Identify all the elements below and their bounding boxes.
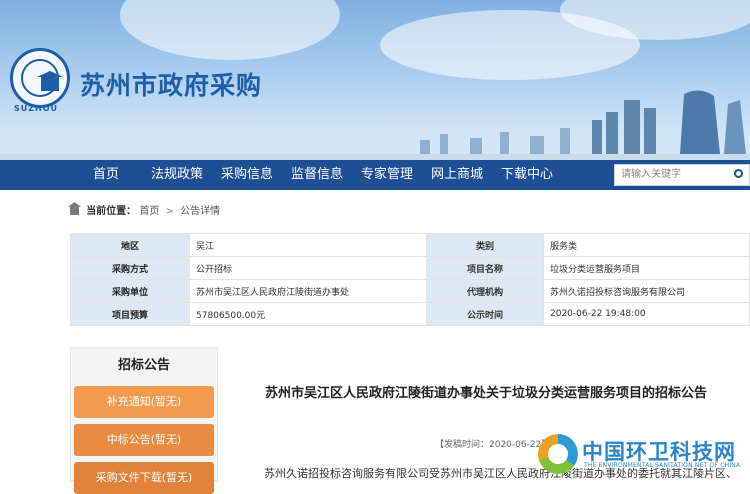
- publish-date: 【发稿时间：2020-06-22】: [435, 440, 551, 450]
- nav-online-mall[interactable]: 网上商城: [422, 160, 492, 190]
- value-agency: 苏州久诺招投标咨询服务有限公司: [543, 279, 750, 303]
- announcement-sidebar: 招标公告 补充通知(暂无) 中标公告(暂无) 采购文件下载(暂无): [70, 347, 218, 494]
- article-title: 苏州市吴江区人民政府江陵街道办事处关于垃圾分类运营服务项目的招标公告: [264, 386, 707, 401]
- nav-regulations[interactable]: 法规政策: [142, 160, 212, 190]
- label-agency: 代理机构: [426, 279, 544, 303]
- label-region: 地区: [70, 233, 190, 257]
- table-row: 地区 吴江 类别 服务类: [70, 233, 750, 257]
- nav-downloads[interactable]: 下载中心: [492, 160, 562, 190]
- value-budget: 57806500.00元: [189, 302, 427, 326]
- breadcrumb-home[interactable]: 首页: [139, 206, 159, 217]
- label-category: 类别: [426, 233, 544, 257]
- value-publish-time: 2020-06-22 19:48:00: [543, 302, 750, 326]
- nav-procurement-info[interactable]: 采购信息: [212, 160, 282, 190]
- table-row: 采购单位 苏州市吴江区人民政府江陵街道办事处 代理机构 苏州久诺招投标咨询服务有…: [70, 279, 750, 303]
- header-banner: SUZHOU 苏州市政府采购: [0, 0, 750, 160]
- breadcrumb-label: 当前位置：: [86, 206, 137, 217]
- cloud-decor: [120, 0, 340, 60]
- breadcrumb: 当前位置： 首页 > 公告详情: [70, 204, 750, 220]
- sidebar-heading[interactable]: 招标公告: [71, 348, 217, 384]
- value-region: 吴江: [189, 233, 427, 257]
- label-method: 采购方式: [70, 256, 190, 280]
- label-purchaser: 采购单位: [70, 279, 190, 303]
- value-category: 服务类: [543, 233, 750, 257]
- award-notice-button[interactable]: 中标公告(暂无): [74, 424, 214, 456]
- table-row: 项目预算 57806500.00元 公示时间 2020-06-22 19:48:…: [70, 302, 750, 326]
- breadcrumb-separator: >: [165, 206, 174, 217]
- search-icon[interactable]: [734, 169, 743, 178]
- project-info-table: 地区 吴江 类别 服务类 采购方式 公开招标 项目名称 垃圾分类运营服务项目 采…: [70, 233, 750, 326]
- value-method: 公开招标: [189, 256, 427, 280]
- watermark-subtitle: THE ENVIRONMENTAL SANITATION NET OF CHIN…: [584, 462, 741, 469]
- label-budget: 项目预算: [70, 302, 190, 326]
- supplementary-notice-button[interactable]: 补充通知(暂无): [74, 386, 214, 418]
- city-skyline-icon: [0, 90, 750, 160]
- watermark-logo-icon: [538, 434, 578, 474]
- nav-supervision[interactable]: 监督信息: [282, 160, 352, 190]
- home-icon: [70, 207, 79, 215]
- watermark: 中国环卫科技网 THE ENVIRONMENTAL SANITATION NET…: [538, 432, 750, 481]
- nav-home[interactable]: 首页: [70, 160, 142, 190]
- value-project-name: 垃圾分类运营服务项目: [543, 256, 750, 280]
- table-row: 采购方式 公开招标 项目名称 垃圾分类运营服务项目: [70, 256, 750, 280]
- search-input[interactable]: 请输入关键字: [614, 164, 750, 186]
- label-project-name: 项目名称: [426, 256, 544, 280]
- label-publish-time: 公示时间: [426, 302, 544, 326]
- value-purchaser: 苏州市吴江区人民政府江陵街道办事处: [189, 279, 427, 303]
- search-placeholder: 请输入关键字: [621, 169, 681, 180]
- document-download-button[interactable]: 采购文件下载(暂无): [74, 462, 214, 494]
- nav-experts[interactable]: 专家管理: [352, 160, 422, 190]
- breadcrumb-current: 公告详情: [180, 206, 221, 217]
